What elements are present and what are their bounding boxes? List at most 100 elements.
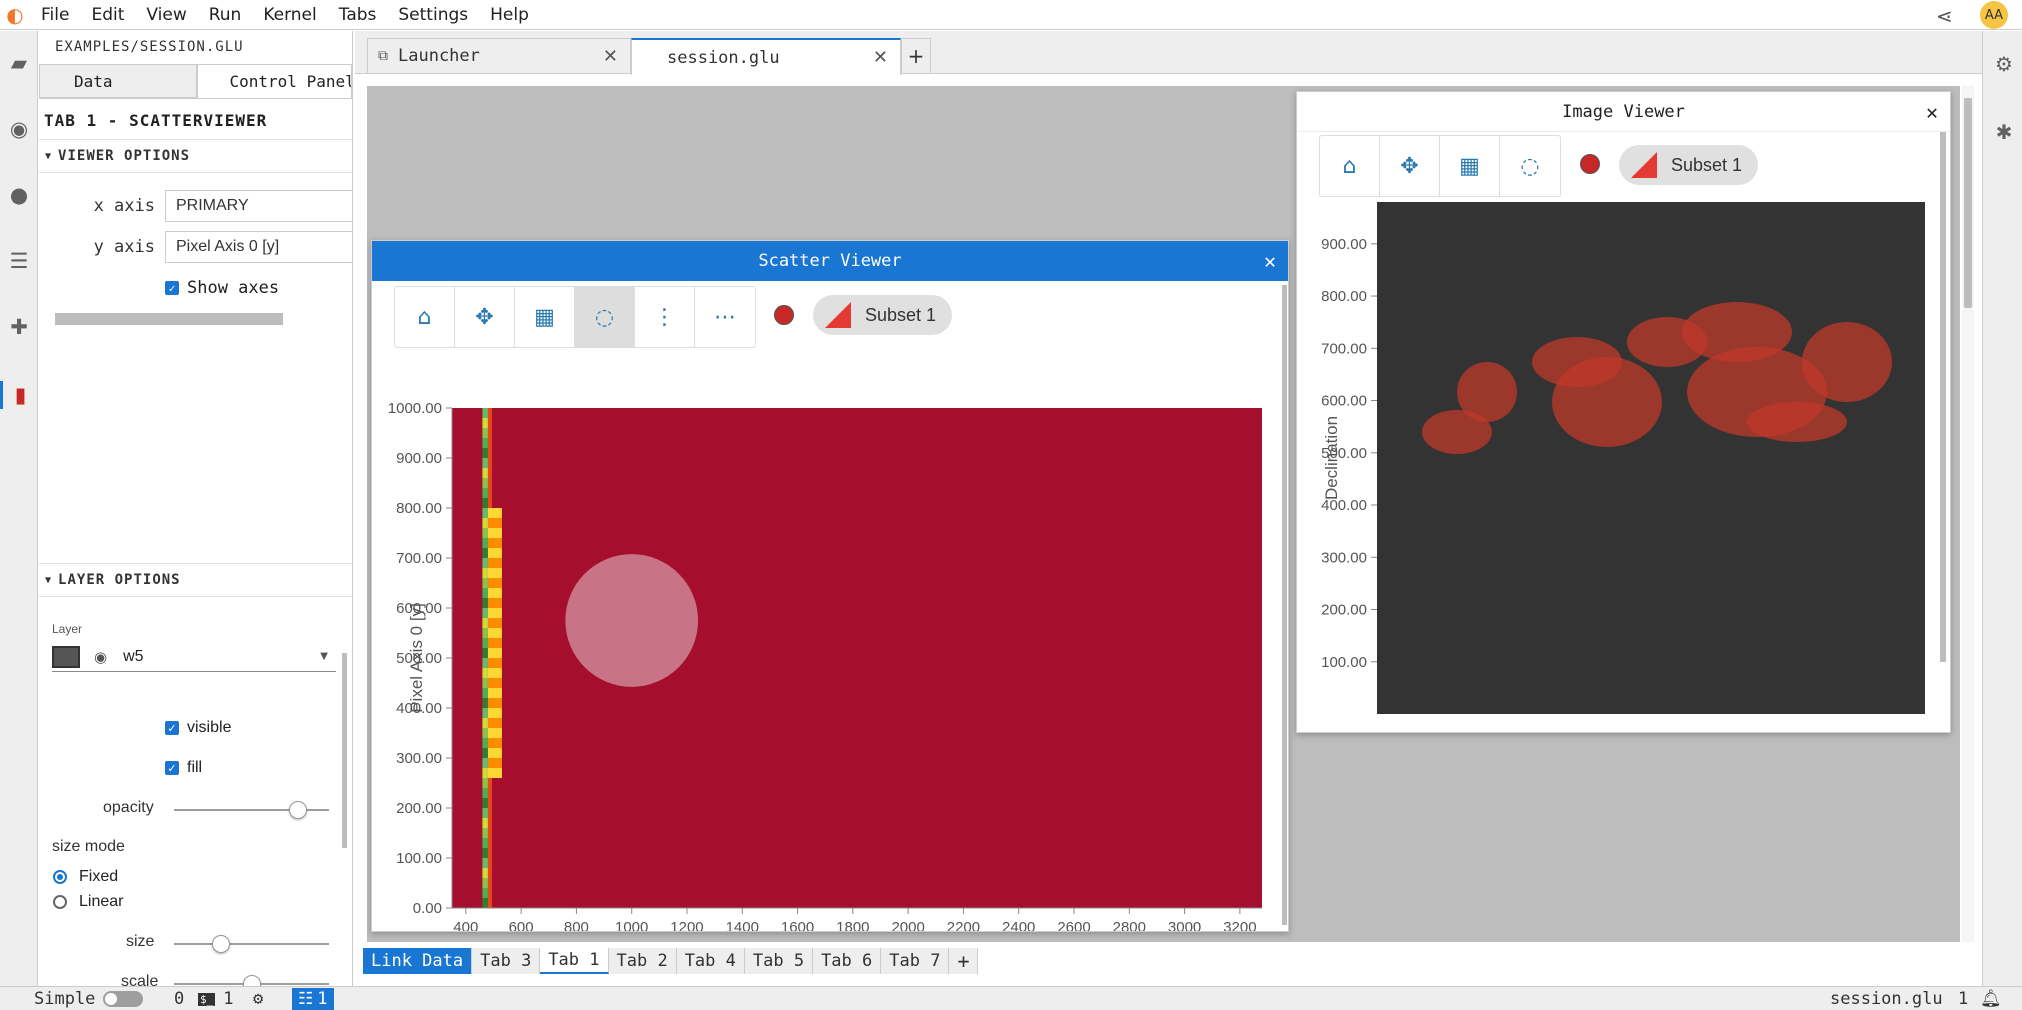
menu-view[interactable]: View [135,0,197,30]
heatmap-strip-cell [482,508,488,518]
show-axes-checkbox[interactable]: ✓ [165,281,179,295]
heatmap-strip-cell [482,788,488,798]
scatter-viewer-scrollbar[interactable] [1282,285,1287,925]
menu-edit[interactable]: Edit [80,0,135,30]
image-plot[interactable]: 100.00200.00300.00400.00500.00600.00700.… [1297,202,1937,732]
tab-7[interactable]: Tab 7 [881,948,950,974]
list-icon[interactable]: ☰ [5,247,33,275]
circle-select-icon[interactable]: ◌ [575,287,635,347]
home-icon[interactable]: ⌂ [1320,136,1380,196]
current-file: session.glu [1830,989,1943,1009]
scale-slider[interactable] [174,975,329,986]
users-icon[interactable]: ● [5,181,33,209]
subset-region [1682,302,1792,362]
user-avatar[interactable]: AA [1980,1,2008,29]
close-icon[interactable]: ✕ [1264,249,1276,273]
mode-label: Simple [34,989,96,1009]
layer-options-header[interactable]: ▼ LAYER OPTIONS [39,563,352,597]
jupyter-logo-icon[interactable]: ◐ [0,0,30,30]
scrollbar-thumb[interactable] [1964,98,1972,308]
menu-tabs[interactable]: Tabs [328,0,388,30]
subset-chip[interactable]: Subset 1 [813,295,953,335]
tab-control-panel[interactable]: Control Panel [196,64,352,98]
heatmap-strip-edge [487,478,492,488]
vertical-range-icon[interactable]: ⋮ [635,287,695,347]
pan-icon[interactable]: ✥ [1380,136,1440,196]
rectangle-zoom-icon[interactable]: ▦ [515,287,575,347]
viewer-options-header[interactable]: ▼ VIEWER OPTIONS [39,139,352,173]
folder-icon[interactable]: ▰ [5,49,33,77]
terminal-count[interactable]: 1 [223,989,233,1009]
bell-icon[interactable]: 🔔︎ [1980,989,2002,1009]
y-axis-select[interactable]: Pixel Axis 0 [y] [165,231,352,263]
new-tab-button[interactable]: + [901,38,931,74]
share-icon[interactable]: ⋖ [1936,4,1953,28]
scatter-viewer-titlebar[interactable]: Scatter Viewer ✕ [372,241,1288,281]
tab-6[interactable]: Tab 6 [813,948,882,974]
stop-circle-icon[interactable]: ◉ [5,115,33,143]
horizontal-scrollbar[interactable] [55,313,283,325]
tab-2[interactable]: Tab 2 [608,948,677,974]
close-icon[interactable]: ✕ [1926,100,1938,124]
debugger-bug-icon[interactable]: ✱ [1991,119,2017,145]
size-slider-knob[interactable] [211,935,230,953]
size-slider[interactable] [174,935,329,953]
scatter-plot[interactable]: 400 600 800 1000 1200 1400 1600 1800 2000 2200 240… [372,353,1277,931]
tab-4[interactable]: Tab 4 [676,948,745,974]
subset-color-dot[interactable] [1580,154,1600,174]
eye-icon[interactable]: ◉ [94,648,107,666]
visible-checkbox[interactable]: ✓ [165,721,179,735]
cpu-icon[interactable]: ⚙ [253,989,263,1009]
tab-launcher[interactable]: ⧉ Launcher ✕ [367,38,631,74]
heatmap-strip-cell [482,578,488,588]
tab-session-glu[interactable]: session.glu ✕ [631,38,901,75]
opacity-slider-knob[interactable] [289,801,307,819]
home-icon[interactable]: ⌂ [395,287,455,347]
circle-select-icon[interactable]: ◌ [1500,136,1560,196]
add-tab-button[interactable]: + [949,948,979,974]
close-tab-icon[interactable]: ✕ [873,47,888,68]
tab-5[interactable]: Tab 5 [744,948,814,974]
image-viewer-titlebar[interactable]: Image Viewer ✕ [1297,92,1950,132]
rectangle-zoom-icon[interactable]: ▦ [1440,136,1500,196]
tab-link-data[interactable]: Link Data [363,948,473,974]
opacity-slider[interactable] [174,801,329,819]
scale-slider-knob[interactable] [242,975,261,986]
horizontal-range-icon[interactable]: ⋯ [695,287,755,347]
kernel-count[interactable]: 0 [174,989,184,1009]
y-axis-label: y axis [93,237,155,257]
pan-icon[interactable]: ✥ [455,287,515,347]
heatmap-strip-edge [487,658,502,668]
show-axes-label: Show axes [187,278,280,298]
menu-settings[interactable]: Settings [387,0,479,30]
image-viewer-scrollbar[interactable] [1940,132,1946,662]
tab-3[interactable]: Tab 3 [472,948,541,974]
x-axis-select[interactable]: PRIMARY [165,190,352,222]
menu-help[interactable]: Help [479,0,540,30]
subset-color-dot[interactable] [774,305,794,325]
close-tab-icon[interactable]: ✕ [603,46,618,67]
tab-data[interactable]: Data [39,64,197,98]
fill-checkbox[interactable]: ✓ [165,761,179,775]
fixed-radio[interactable] [53,870,67,884]
menu-file[interactable]: File [30,0,80,30]
panel-title: TAB 1 - SCATTERVIEWER [44,111,268,130]
heatmap-strip-edge [487,628,502,638]
menu-run[interactable]: Run [198,0,253,30]
tab-1[interactable]: Tab 1 [540,948,609,974]
heatmap-strip-edge [487,618,502,628]
simple-mode-toggle[interactable] [103,991,144,1007]
left-activity-bar: ▰ ◉ ● ☰ ✚ ▮ [0,31,38,986]
glue-chart-icon[interactable]: ▮ [0,381,38,409]
heatmap-strip-cell [482,678,488,688]
linear-radio[interactable] [53,895,67,909]
subset-chip[interactable]: Subset 1 [1619,145,1759,185]
layer-select[interactable]: ◉ w5 ▼ [52,642,336,672]
puzzle-icon[interactable]: ✚ [5,313,33,341]
tab-count[interactable]: 1 [317,989,327,1009]
layer-scrollbar[interactable] [342,653,347,848]
layer-color-swatch[interactable] [52,645,80,668]
property-inspector-gear-icon[interactable]: ⚙ [1991,51,2017,77]
menu-kernel[interactable]: Kernel [252,0,327,30]
work-area-scrollbar[interactable] [1962,86,1974,942]
